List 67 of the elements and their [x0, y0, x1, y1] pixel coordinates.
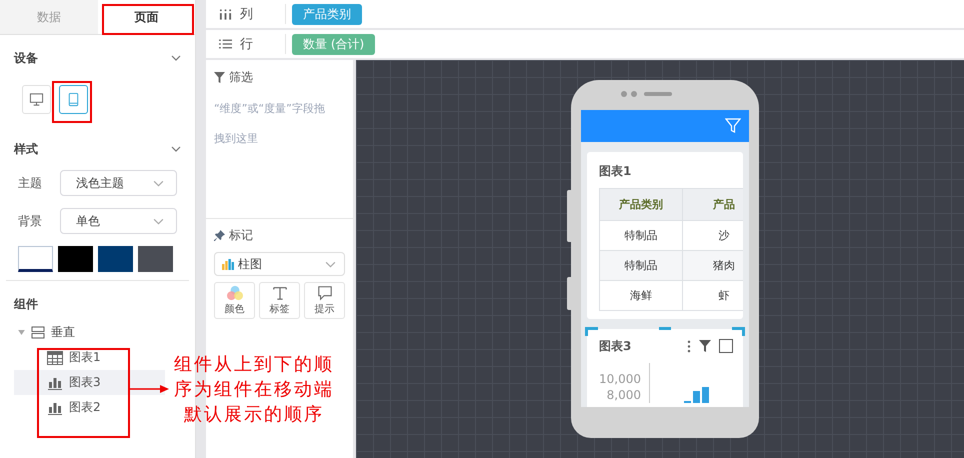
arrow-icon [128, 384, 170, 394]
annotation-text: 组件从上到下的顺序为组件在移动端默认展示的顺序 [173, 353, 335, 427]
more-icon[interactable] [687, 340, 691, 352]
mark-button[interactable]: 提示 [304, 282, 345, 319]
highlight-frame [52, 81, 92, 123]
field-label: 主题 [18, 174, 42, 192]
tablet-icon [66, 92, 81, 107]
color-swatch[interactable] [18, 246, 53, 272]
component-item[interactable]: 图表3 [14, 370, 165, 395]
filter-icon[interactable] [725, 118, 741, 134]
dropdown[interactable]: 单色 [60, 208, 177, 234]
checkbox-icon[interactable] [719, 339, 733, 353]
component-item[interactable]: 图表1 [14, 345, 165, 370]
bar-chart-icon [47, 400, 63, 414]
selection-corner[interactable] [585, 327, 598, 336]
section-title: 筛选 [229, 69, 253, 86]
bar-chart-drawing [684, 387, 709, 403]
section-title: 标记 [229, 227, 253, 244]
axis-label: 8,000 [606, 387, 641, 403]
column-header: 产品 [682, 188, 743, 220]
field-label: 背景 [18, 212, 42, 230]
chart-card[interactable]: 图表1 产品类别 产品 特制品 沙 特制品 猪肉 海鲜 虾 [587, 152, 743, 319]
color-swatch[interactable] [138, 246, 173, 272]
chevron-icon[interactable] [171, 146, 181, 152]
monitor-icon [29, 92, 44, 107]
pin-icon [214, 230, 225, 241]
tablet-button[interactable] [59, 85, 88, 114]
chart-card[interactable]: 图表3 10,000 8,000 [587, 329, 743, 407]
component-item[interactable]: 图表2 [14, 395, 165, 420]
color-swatch[interactable] [98, 246, 133, 272]
axis-label: 10,000 [599, 371, 641, 387]
chevron-icon [325, 260, 336, 268]
card-title: 图表3 [599, 338, 632, 354]
card-title: 图表1 [599, 162, 632, 180]
expand-icon[interactable] [18, 330, 25, 334]
mark-button[interactable]: 颜色 [214, 282, 255, 319]
mark-button[interactable]: 标签 [259, 282, 300, 319]
section-title: 设备 [14, 50, 38, 66]
chevron-icon[interactable] [171, 55, 181, 61]
chart-type-dropdown[interactable]: 柱图 [214, 252, 345, 276]
dropdown[interactable]: 浅色主题 [60, 170, 177, 196]
shelf-label: 列 [240, 6, 253, 23]
speech-bubble-icon [316, 285, 334, 301]
text-icon [270, 285, 288, 301]
section-title: 组件 [14, 296, 38, 312]
table-cell: 海鲜 [600, 280, 682, 310]
table-cell: 猪肉 [682, 250, 743, 280]
shelf-label: 行 [240, 36, 253, 53]
selection-corner[interactable] [732, 327, 745, 336]
tree-item[interactable]: 垂直 [51, 324, 75, 340]
filter-icon [214, 72, 225, 83]
table-icon [47, 350, 63, 364]
layout-icon [31, 326, 45, 338]
color-circles-icon [226, 285, 244, 301]
filter-icon[interactable] [699, 340, 711, 352]
table-cell: 特制品 [600, 250, 682, 280]
color-swatch[interactable] [58, 246, 93, 272]
column-header: 产品类别 [600, 188, 682, 220]
chevron-icon [153, 180, 164, 186]
desktop-button[interactable] [22, 85, 51, 114]
bar-chart-icon [222, 258, 234, 270]
rows-icon [219, 38, 232, 50]
bar-chart-icon [47, 376, 63, 390]
columns-icon [219, 8, 232, 20]
section-title: 样式 [14, 140, 38, 158]
chevron-icon [153, 218, 164, 224]
drop-hint: “维度”或“度量”字段拖拽到这里 [214, 101, 326, 147]
